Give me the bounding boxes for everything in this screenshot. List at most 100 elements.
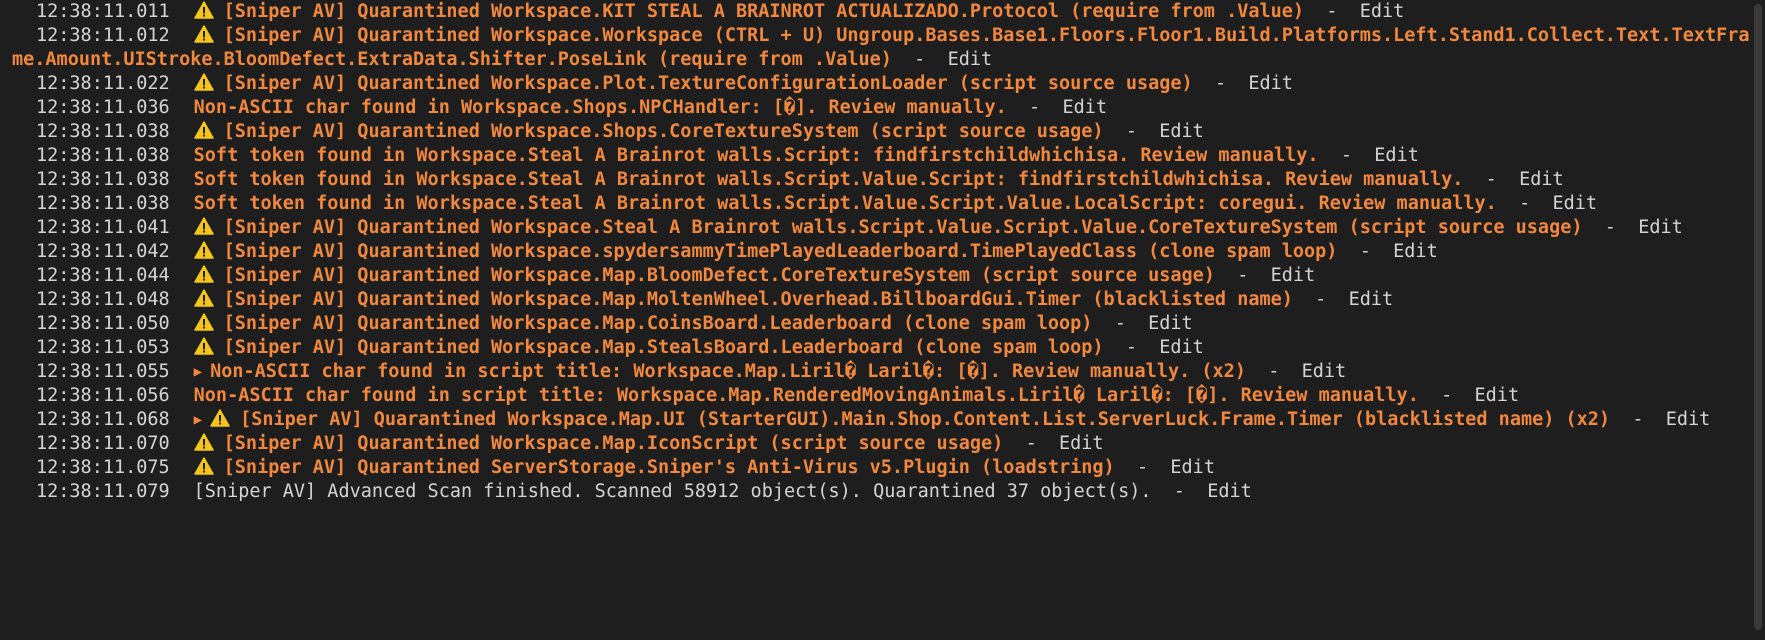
log-separator: - (1245, 361, 1302, 382)
log-message: [Sniper AV] Quarantined Workspace.Map.St… (223, 337, 1104, 358)
edit-link[interactable]: Edit (1553, 193, 1598, 214)
log-message: [Sniper AV] Quarantined Workspace.Map.Bl… (223, 265, 1215, 286)
log-message: [Sniper AV] Quarantined Workspace.Map.Co… (223, 313, 1093, 334)
edit-link[interactable]: Edit (1374, 145, 1419, 166)
log-separator: - (1496, 193, 1553, 214)
log-separator: - (1318, 145, 1375, 166)
log-message: [Sniper AV] Quarantined Workspace.Steal … (223, 217, 1583, 238)
log-message: [Sniper AV] Quarantined Workspace.Map.Ic… (223, 433, 1004, 454)
log-line: 12:38:11.075 [Sniper AV] Quarantined Serv… (12, 456, 1750, 480)
warning-icon (193, 1, 214, 19)
log-timestamp: 12:38:11.041 (36, 217, 170, 238)
edit-link[interactable]: Edit (1159, 337, 1204, 358)
log-message: [Sniper AV] Advanced Scan finished. Scan… (193, 481, 1152, 502)
log-line: 12:38:11.036 Non-ASCII char found in Work… (12, 96, 1750, 120)
warning-icon (193, 265, 214, 283)
edit-link[interactable]: Edit (1519, 169, 1564, 190)
edit-link[interactable]: Edit (1360, 1, 1405, 22)
log-timestamp: 12:38:11.011 (36, 1, 170, 22)
log-timestamp: 12:38:11.050 (36, 313, 170, 334)
log-line: 12:38:11.042 [Sniper AV] Quarantined Work… (12, 240, 1750, 264)
warning-icon (193, 289, 214, 307)
log-separator: - (1304, 1, 1360, 22)
log-separator: - (1337, 241, 1394, 262)
edit-link[interactable]: Edit (948, 49, 993, 70)
warning-icon (193, 25, 214, 43)
log-separator: - (1463, 169, 1520, 190)
edit-link[interactable]: Edit (1271, 265, 1316, 286)
log-line: 12:38:11.038 Soft token found in Workspac… (12, 168, 1750, 192)
log-separator: - (1092, 313, 1149, 334)
edit-link[interactable]: Edit (1393, 241, 1438, 262)
log-timestamp: 12:38:11.048 (36, 289, 170, 310)
edit-link[interactable]: Edit (1638, 217, 1683, 238)
edit-link[interactable]: Edit (1170, 457, 1215, 478)
log-separator: - (1418, 385, 1475, 406)
log-line: 12:38:11.041 [Sniper AV] Quarantined Work… (12, 216, 1750, 240)
log-timestamp: 12:38:11.056 (36, 385, 170, 406)
log-timestamp: 12:38:11.012 (36, 25, 170, 46)
log-line: 12:38:11.022 [Sniper AV] Quarantined Work… (12, 72, 1750, 96)
edit-link[interactable]: Edit (1248, 73, 1293, 94)
log-timestamp: 12:38:11.044 (36, 265, 170, 286)
log-line: 12:38:11.011 [Sniper AV] Quarantined Work… (12, 0, 1750, 24)
log-line: 12:38:11.038 Soft token found in Workspac… (12, 192, 1750, 216)
log-timestamp: 12:38:11.053 (36, 337, 170, 358)
log-message: [Sniper AV] Quarantined ServerStorage.Sn… (223, 457, 1115, 478)
log-line: 12:38:11.038 Soft token found in Workspac… (12, 144, 1750, 168)
edit-link[interactable]: Edit (1475, 385, 1520, 406)
log-line: 12:38:11.068 ▶ [Sniper AV] Quarantined Wor… (12, 408, 1750, 432)
log-timestamp: 12:38:11.079 (36, 481, 170, 502)
log-message: [Sniper AV] Quarantined Workspace.Map.Mo… (223, 289, 1293, 310)
edit-link[interactable]: Edit (1207, 481, 1252, 502)
log-separator: - (1610, 409, 1666, 430)
log-separator: - (1103, 121, 1160, 142)
edit-link[interactable]: Edit (1059, 433, 1104, 454)
warning-icon (210, 409, 230, 427)
expand-arrow-icon[interactable]: ▶ (194, 408, 202, 432)
log-message: Non-ASCII char found in script title: Wo… (210, 361, 1246, 382)
expand-arrow-icon[interactable]: ▶ (194, 360, 202, 384)
warning-icon (193, 73, 214, 91)
edit-link[interactable]: Edit (1062, 97, 1107, 118)
log-line: 12:38:11.079 [Sniper AV] Advanced Scan fi… (12, 480, 1750, 504)
warning-icon (193, 457, 214, 475)
edit-link[interactable]: Edit (1349, 289, 1394, 310)
edit-link[interactable]: Edit (1159, 121, 1204, 142)
log-timestamp: 12:38:11.055 (36, 361, 170, 382)
log-timestamp: 12:38:11.038 (36, 145, 170, 166)
log-separator: - (1192, 73, 1249, 94)
log-timestamp: 12:38:11.075 (36, 457, 170, 478)
log-line: 12:38:11.048 [Sniper AV] Quarantined Work… (12, 288, 1750, 312)
log-message: [Sniper AV] Quarantined Workspace.spyder… (223, 241, 1338, 262)
log-separator: - (1214, 265, 1271, 286)
scrollbar-thumb[interactable] (1754, 4, 1762, 630)
warning-icon (193, 241, 214, 259)
log-line: 12:38:11.055 ▶ Non-ASCII char found in scr… (12, 360, 1750, 384)
log-line: 12:38:11.038 [Sniper AV] Quarantined Work… (12, 120, 1750, 144)
log-separator: - (1003, 433, 1060, 454)
edit-link[interactable]: Edit (1148, 313, 1193, 334)
edit-link[interactable]: Edit (1302, 361, 1347, 382)
log-timestamp: 12:38:11.068 (36, 409, 170, 430)
log-timestamp: 12:38:11.038 (36, 193, 170, 214)
log-line: 12:38:11.070 [Sniper AV] Quarantined Work… (12, 432, 1750, 456)
log-separator: - (1114, 457, 1171, 478)
log-line: 12:38:11.012 [Sniper AV] Quarantined Work… (12, 24, 1750, 72)
edit-link[interactable]: Edit (1666, 409, 1711, 430)
log-message: [Sniper AV] Quarantined Workspace.KIT ST… (223, 1, 1305, 22)
log-message: Soft token found in Workspace.Steal A Br… (193, 169, 1464, 190)
log-separator: - (1582, 217, 1639, 238)
log-line: 12:38:11.053 [Sniper AV] Quarantined Work… (12, 336, 1750, 360)
log-timestamp: 12:38:11.022 (36, 73, 170, 94)
output-log: 12:38:11.011 [Sniper AV] Quarantined Work… (12, 0, 1750, 504)
warning-icon (193, 217, 214, 235)
log-message: Soft token found in Workspace.Steal A Br… (193, 193, 1497, 214)
log-message: [Sniper AV] Quarantined Workspace.Plot.T… (223, 73, 1193, 94)
vertical-scrollbar[interactable] (1751, 0, 1765, 640)
warning-icon (193, 313, 214, 331)
log-separator: - (1151, 481, 1208, 502)
log-message: Soft token found in Workspace.Steal A Br… (193, 145, 1319, 166)
log-separator: - (1292, 289, 1349, 310)
warning-icon (193, 433, 214, 451)
